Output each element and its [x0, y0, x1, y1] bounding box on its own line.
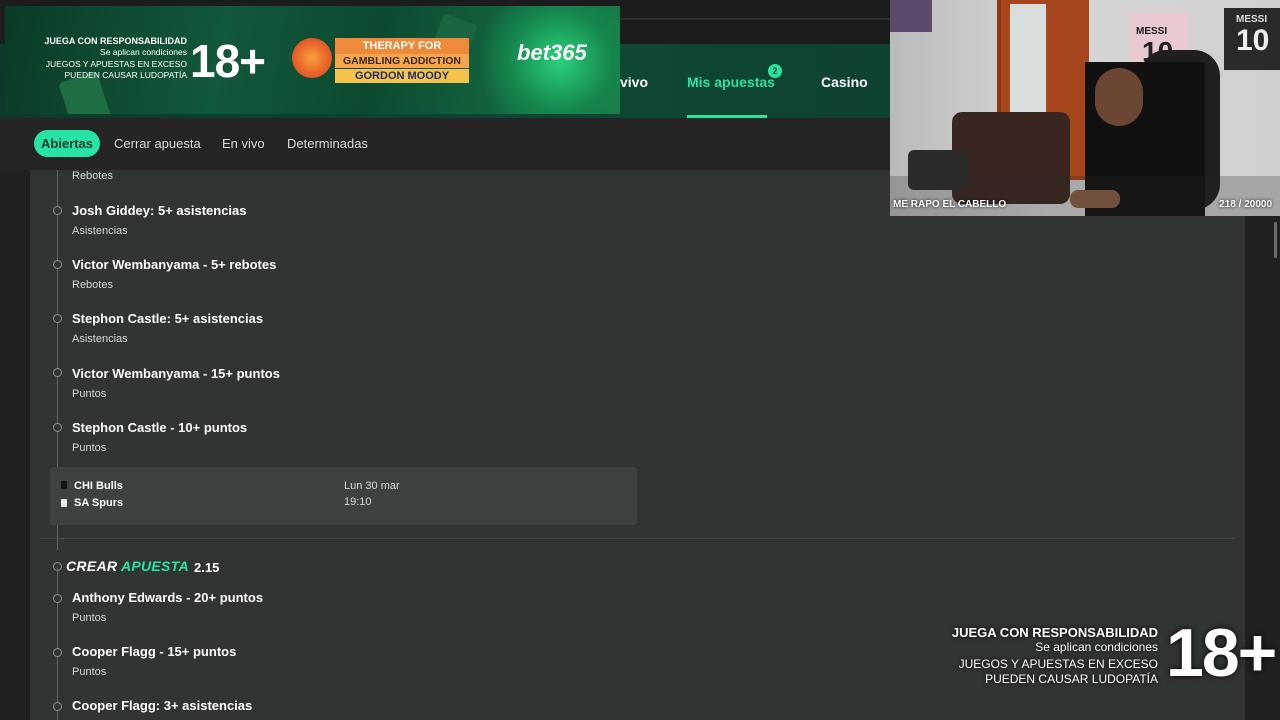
nav-item-mis-apuestas[interactable]: Mis apuestas [687, 74, 775, 90]
ad-gordon-text: GORDON MOODY [335, 69, 469, 83]
overlay-age-limit: 18+ [1166, 615, 1277, 691]
webcam-caption: ME RAPO EL CABELLO [893, 199, 1007, 210]
bet2-leg[interactable]: Cooper Flagg: 3+ asistencias [72, 698, 252, 713]
leg-selection: Cooper Flagg: 3+ asistencias [72, 698, 253, 713]
leg-market-label: Asistencias [72, 333, 128, 345]
scrollbar-thumb[interactable] [1274, 222, 1277, 258]
spurs-jersey-icon [61, 499, 67, 507]
ad-age-limit: 18+ [190, 35, 266, 87]
webcam-door-glass [1010, 4, 1046, 124]
tab-determinadas[interactable]: Determinadas [287, 136, 368, 151]
leg-market-label: Puntos [72, 388, 107, 400]
leg-selection: Anthony Edwards - 20+ puntos [72, 590, 264, 605]
nav-item-casino[interactable]: Casino [821, 74, 868, 90]
leg-selection: Stephon Castle: 5+ asistencias [72, 311, 264, 326]
bet2-timeline [57, 568, 58, 720]
tab-en-vivo[interactable]: En vivo [222, 136, 265, 151]
leg-marker-icon [53, 702, 62, 711]
bet1-leg-partial: Rebotes [72, 170, 113, 182]
ad-responsible-text: JUEGA CON RESPONSABILIDAD [44, 36, 187, 46]
bet365-logo: bet365 [517, 40, 587, 65]
top-divider [620, 18, 890, 20]
nav-item-en-vivo[interactable]: vivo [620, 74, 648, 90]
bet1-leg[interactable]: Josh Giddey: 5+ asistencias Asistencias [72, 203, 247, 237]
leg-marker-icon [53, 260, 62, 269]
webcam-poster [890, 0, 932, 32]
bet-odds: 2.15 [194, 560, 220, 575]
leg-selection: Cooper Flagg - 15+ puntos [72, 644, 237, 659]
bet-builder-title-part1: CREAR [66, 558, 118, 574]
webcam-goal-counter: 218 / 20000 [1219, 199, 1272, 210]
leg-selection: Stephon Castle - 10+ puntos [72, 420, 248, 435]
leg-marker-icon [53, 594, 62, 603]
match-date: Lun 30 mar [344, 480, 400, 492]
leg-market-label: Puntos [72, 666, 107, 678]
streamer-webcam: MESSI 10 MESSI 10 ME RAPO EL CABELLO 218… [890, 0, 1280, 216]
overlay-warning-text: JUEGOS Y APUESTAS EN EXCESO [958, 657, 1158, 671]
bet1-leg[interactable]: Stephon Castle: 5+ asistencias Asistenci… [72, 311, 263, 345]
ad-conditions-text: Se aplican condiciones [100, 47, 187, 57]
bet365-ad-banner: JUEGA CON RESPONSABILIDAD Se aplican con… [5, 6, 620, 114]
leg-marker-icon [53, 368, 62, 377]
leg-market-label: Rebotes [72, 279, 113, 291]
ad-warning-text: JUEGOS Y APUESTAS EN EXCESO [45, 59, 187, 69]
team-away: SA Spurs [74, 497, 124, 509]
leg-marker-icon [53, 423, 62, 432]
overlay-responsible-text: JUEGA CON RESPONSABILIDAD [951, 625, 1158, 640]
bet-builder-title: CREAR APUESTA [66, 558, 189, 574]
leg-marker-icon [53, 206, 62, 215]
team-home: CHI Bulls [74, 480, 123, 492]
ad-warning-text: PUEDEN CAUSAR LUDOPATÍA [64, 70, 188, 80]
bet-builder-title-part2: APUESTA [120, 558, 189, 574]
bet2-leg[interactable]: Anthony Edwards - 20+ puntos Puntos [72, 590, 263, 624]
gordon-moody-logo-icon [292, 38, 332, 78]
leg-market-label: Puntos [72, 612, 107, 624]
bet1-leg[interactable]: Victor Wembanyama - 5+ rebotes Rebotes [72, 257, 276, 291]
bulls-jersey-icon [61, 481, 67, 489]
ad-gambling-text: GAMBLING ADDICTION [335, 54, 469, 68]
leg-market-label: Asistencias [72, 225, 128, 237]
leg-selection: Josh Giddey: 5+ asistencias [72, 203, 247, 218]
mis-apuestas-count-badge: 2 [768, 64, 782, 78]
ad-therapy-text: THERAPY FOR [335, 38, 469, 54]
bet-divider [40, 538, 1235, 539]
leg-marker-icon [53, 314, 62, 323]
tab-cerrar-apuesta[interactable]: Cerrar apuesta [114, 136, 201, 151]
streamer-head [1095, 68, 1143, 126]
overlay-conditions-text: Se aplican condiciones [1035, 640, 1158, 654]
leg-selection: Victor Wembanyama - 15+ puntos [72, 366, 280, 381]
leg-market-label: Puntos [72, 442, 107, 454]
stream-frame: vivo Mis apuestas 2 Casino Abiertas Cerr… [0, 0, 1280, 720]
bet1-leg[interactable]: Stephon Castle - 10+ puntos Puntos [72, 420, 247, 454]
webcam-desk-shadow [890, 176, 1280, 216]
leg-marker-icon [53, 648, 62, 657]
bet2-leg[interactable]: Cooper Flagg - 15+ puntos Puntos [72, 644, 236, 678]
poster-number: 10 [1236, 24, 1270, 57]
match-info-box[interactable]: CHI Bulls SA Spurs Lun 30 mar 19:10 [50, 467, 637, 525]
bet1-leg[interactable]: Victor Wembanyama - 15+ puntos Puntos [72, 366, 280, 400]
match-time: 19:10 [344, 496, 372, 508]
overlay-warning-text: PUEDEN CAUSAR LUDOPATÍA [985, 672, 1158, 686]
tab-abiertas[interactable]: Abiertas [34, 130, 101, 157]
leg-market-label: Rebotes [72, 170, 113, 182]
leg-selection: Victor Wembanyama - 5+ rebotes [72, 257, 277, 272]
